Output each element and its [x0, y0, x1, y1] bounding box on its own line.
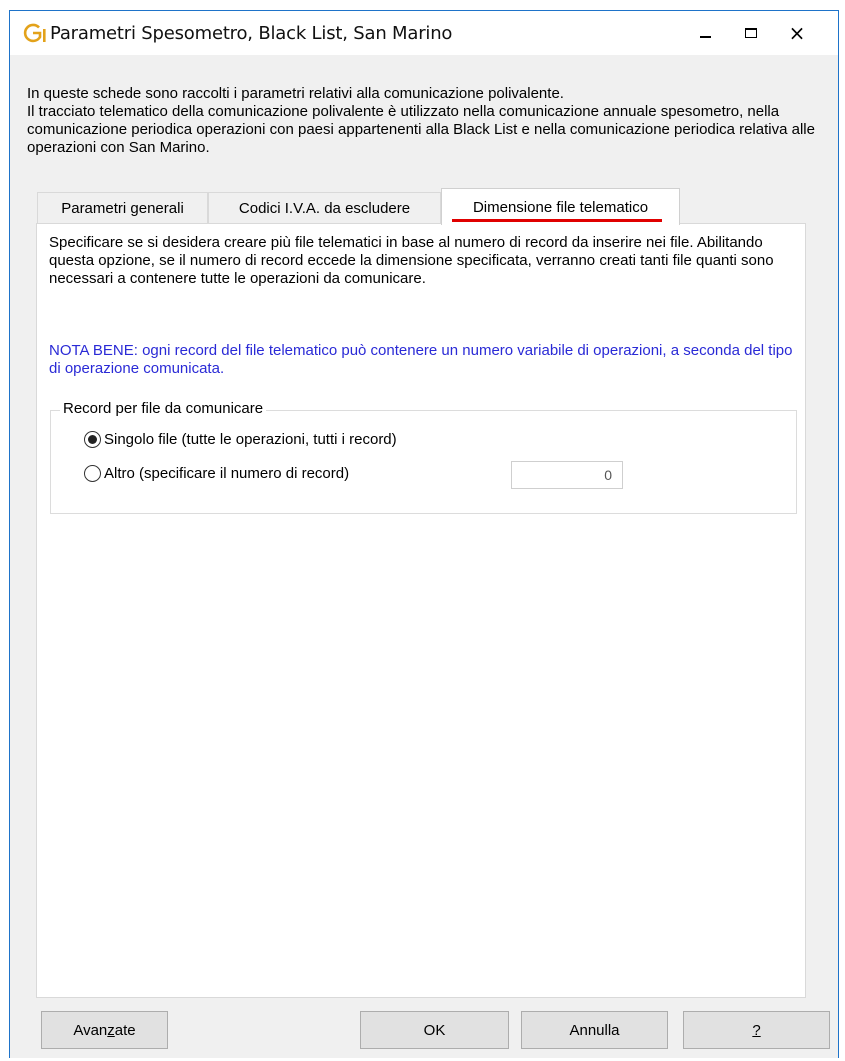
- tab-dimensione-file-label: Dimensione file telematico: [472, 198, 649, 216]
- advanced-label-b: z: [107, 1021, 115, 1039]
- advanced-label-a: Avan: [73, 1021, 108, 1039]
- dialog-client-area: In queste schede sono raccolti i paramet…: [10, 55, 838, 1058]
- radio-altro[interactable]: Altro (specificare il numero di record): [84, 465, 349, 482]
- advanced-button[interactable]: Avan z ate: [41, 1011, 168, 1049]
- advanced-label-c: ate: [114, 1021, 136, 1039]
- minimize-button[interactable]: [682, 15, 728, 51]
- intro-line-1: In queste schede sono raccolti i paramet…: [27, 85, 564, 102]
- panel-note: NOTA BENE: ogni record del file telemati…: [49, 342, 793, 377]
- groupbox-title: Record per file da comunicare: [60, 400, 267, 417]
- radio-singolo-file-circle[interactable]: [84, 431, 101, 448]
- maximize-icon: [745, 28, 757, 38]
- tab-dimensione-file[interactable]: Dimensione file telematico: [441, 188, 680, 225]
- dialog-window: Parametri Spesometro, Black List, San Ma…: [9, 10, 839, 1058]
- tab-panel: Specificare se si desidera creare più fi…: [36, 223, 806, 998]
- window-title: Parametri Spesometro, Black List, San Ma…: [50, 23, 453, 44]
- ok-button[interactable]: OK: [360, 1011, 509, 1049]
- record-groupbox: Record per file da comunicare Singolo fi…: [50, 400, 797, 514]
- panel-description: Specificare se si desidera creare più fi…: [49, 234, 774, 287]
- tab-parametri-generali[interactable]: Parametri generali: [37, 192, 208, 224]
- record-count-input[interactable]: 0: [511, 461, 623, 489]
- intro-line-2: Il tracciato telematico della comunicazi…: [27, 103, 815, 156]
- close-button[interactable]: ×: [774, 15, 820, 51]
- close-icon: ×: [788, 21, 806, 45]
- cancel-button[interactable]: Annulla: [521, 1011, 668, 1049]
- radio-altro-label: Altro (specificare il numero di record): [104, 465, 350, 482]
- minimize-icon: [699, 36, 711, 38]
- title-bar[interactable]: Parametri Spesometro, Black List, San Ma…: [10, 11, 838, 55]
- tab-codici-iva[interactable]: Codici I.V.A. da escludere: [208, 192, 441, 224]
- help-label: ?: [752, 1021, 761, 1039]
- intro-text: In queste schede sono raccolti i paramet…: [27, 85, 817, 157]
- radio-singolo-file-label: Singolo file (tutte le operazioni, tutti…: [104, 431, 397, 448]
- help-button[interactable]: ?: [683, 1011, 830, 1049]
- radio-singolo-file[interactable]: Singolo file (tutte le operazioni, tutti…: [84, 431, 397, 448]
- app-logo-icon: [23, 23, 46, 43]
- radio-altro-circle[interactable]: [84, 465, 101, 482]
- active-tab-underline: [452, 219, 662, 222]
- maximize-button[interactable]: [728, 15, 774, 51]
